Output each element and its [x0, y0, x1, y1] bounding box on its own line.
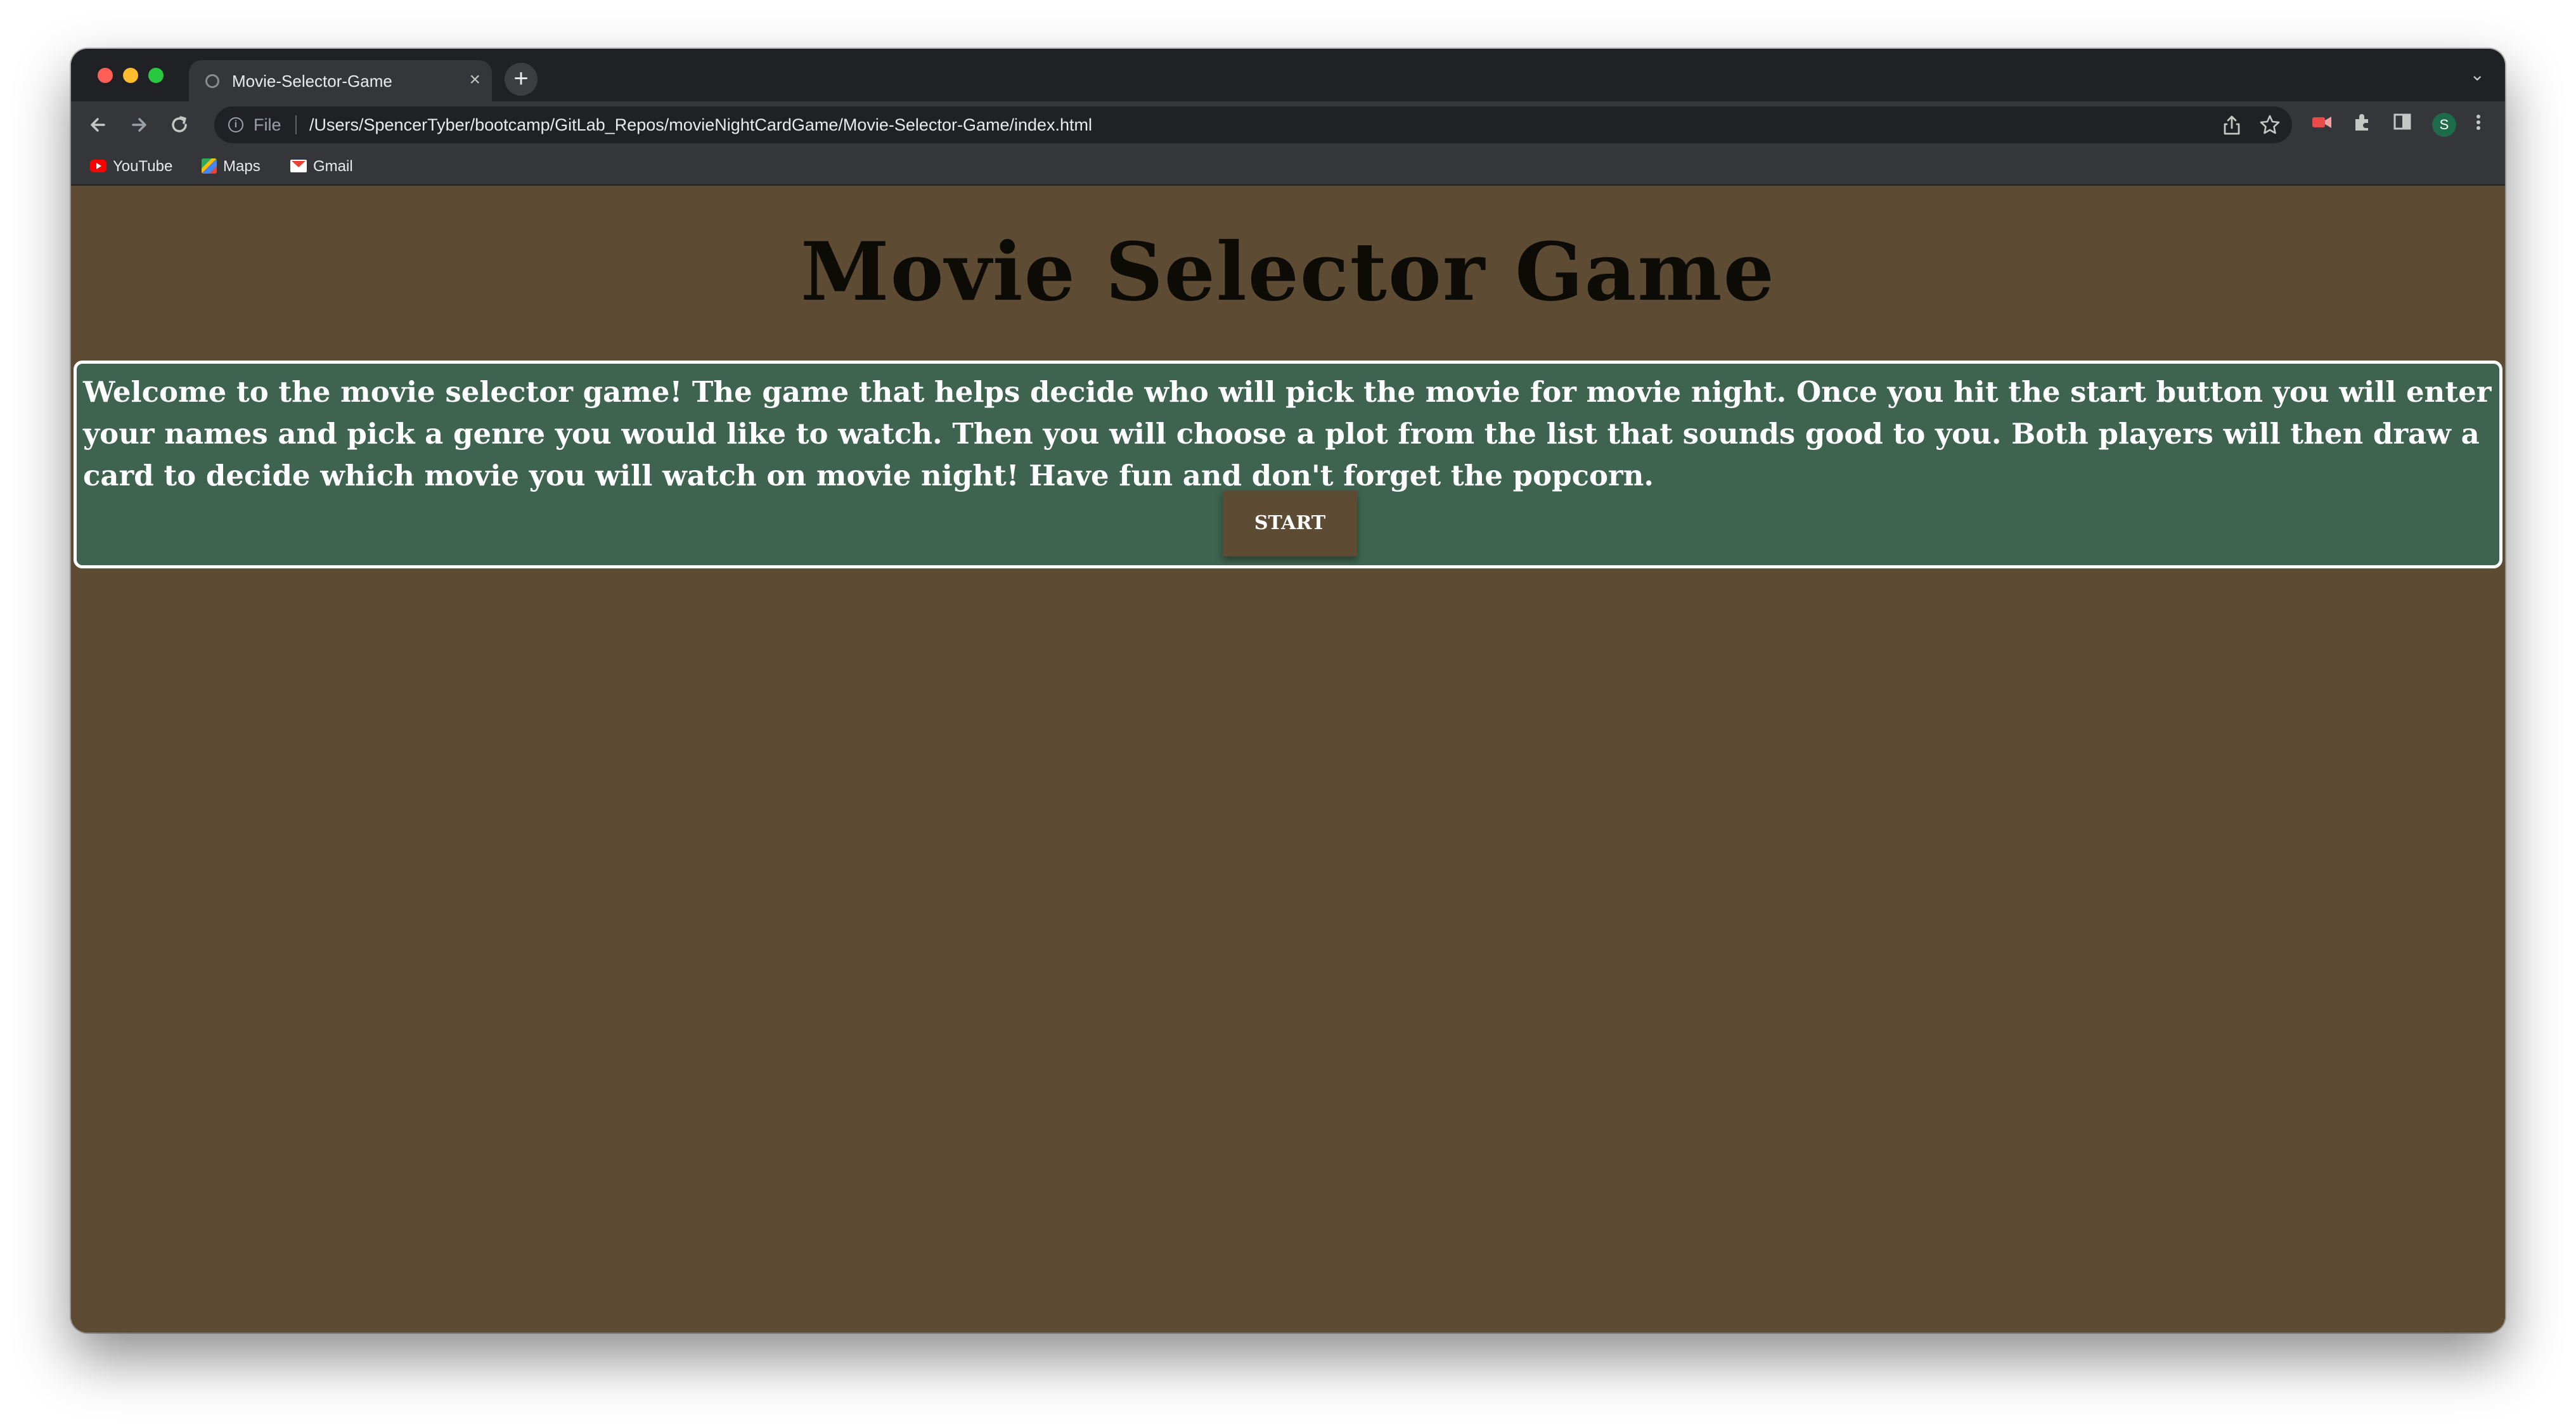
page-content: Movie Selector Game Welcome to the movie… — [71, 186, 2505, 1333]
intro-text: Welcome to the movie selector game! The … — [83, 375, 2492, 492]
url-text[interactable]: /Users/SpencerTyber/bootcamp/GitLab_Repo… — [309, 115, 1092, 135]
bookmarks-bar: YouTube Maps Gmail — [71, 149, 2505, 186]
profile-avatar[interactable]: S — [2432, 113, 2456, 137]
tab-strip: Movie-Selector-Game × + ⌄ — [71, 49, 2505, 101]
more-menu-icon[interactable] — [2473, 112, 2483, 138]
reload-icon[interactable] — [164, 109, 195, 141]
close-window-button[interactable] — [98, 68, 113, 83]
bookmark-label: Maps — [223, 158, 261, 175]
info-icon[interactable]: i — [228, 117, 243, 132]
extension-video-icon[interactable] — [2310, 112, 2335, 138]
gmail-icon — [290, 159, 307, 172]
new-tab-button[interactable]: + — [505, 63, 538, 96]
tab-title: Movie-Selector-Game — [232, 72, 392, 91]
share-icon[interactable] — [2222, 114, 2241, 141]
browser-toolbar: i File /Users/SpencerTyber/bootcamp/GitL… — [71, 101, 2505, 149]
page-title: Movie Selector Game — [801, 225, 1775, 319]
tab-search-icon[interactable]: ⌄ — [2470, 64, 2485, 85]
bookmark-label: YouTube — [113, 158, 173, 175]
address-bar[interactable]: i File /Users/SpencerTyber/bootcamp/GitL… — [214, 106, 2292, 143]
youtube-icon — [90, 159, 106, 172]
browser-window: Movie-Selector-Game × + ⌄ i File /Users/… — [71, 49, 2505, 1333]
bookmark-youtube[interactable]: YouTube — [90, 158, 172, 176]
browser-tab[interactable]: Movie-Selector-Game × — [189, 60, 492, 101]
back-arrow-icon[interactable] — [82, 109, 114, 141]
intro-panel: Welcome to the movie selector game! The … — [74, 361, 2502, 568]
maps-icon — [202, 158, 217, 174]
bookmark-label: Gmail — [313, 158, 353, 175]
url-scheme: File — [254, 115, 281, 134]
forward-arrow-icon[interactable] — [123, 109, 155, 141]
extensions-puzzle-icon[interactable] — [2352, 112, 2373, 138]
start-button[interactable]: START — [1223, 490, 1357, 556]
bookmark-star-icon[interactable] — [2259, 114, 2281, 141]
globe-icon — [205, 74, 219, 88]
bookmark-maps[interactable]: Maps — [202, 158, 261, 176]
close-tab-icon[interactable]: × — [469, 69, 480, 91]
bookmark-gmail[interactable]: Gmail — [290, 158, 353, 176]
address-separator — [295, 115, 297, 134]
minimize-window-button[interactable] — [123, 68, 138, 83]
side-panel-icon[interactable] — [2392, 112, 2412, 137]
maximize-window-button[interactable] — [148, 68, 164, 83]
